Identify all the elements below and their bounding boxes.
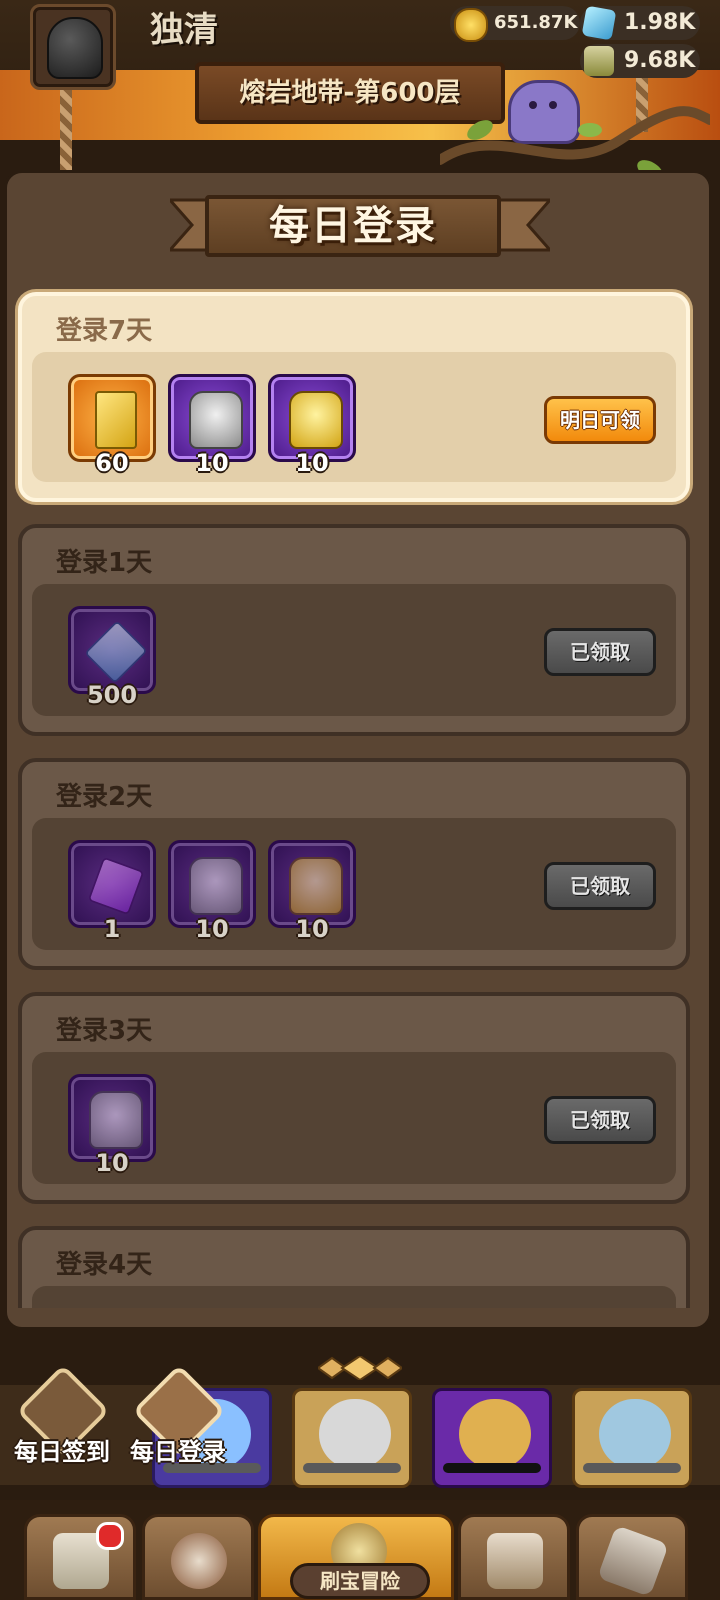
reward-qty: 1 (103, 915, 121, 943)
daily-signin-label: 每日签到 (14, 1438, 110, 1466)
silver-scroll-icon (89, 1091, 143, 1149)
reward-items-area: 10 已领取 (32, 1052, 676, 1184)
reward-qty: 10 (95, 1149, 129, 1177)
hero-card[interactable] (572, 1388, 692, 1488)
reward-item[interactable]: 60 (68, 374, 156, 477)
daily-login-label: 每日登录 (130, 1438, 226, 1466)
day-label: 登录1天 (56, 548, 153, 578)
collapse-arrow-icon[interactable] (318, 1356, 402, 1380)
reward-qty: 10 (295, 449, 329, 477)
hero-portrait-icon (599, 1399, 671, 1469)
player-avatar[interactable] (30, 4, 116, 90)
gold-scroll-icon (289, 857, 343, 915)
reward-card-day1: 登录1天 500 已领取 (18, 524, 690, 736)
reward-item[interactable]: 10 (168, 840, 256, 943)
hero-portrait-icon (319, 1399, 391, 1469)
day-label: 登录3天 (56, 1016, 153, 1046)
reward-qty: 60 (95, 449, 129, 477)
claim-tomorrow-button[interactable]: 明日可领 (544, 396, 656, 444)
hero-card[interactable] (292, 1388, 412, 1488)
reward-item[interactable]: 500 (68, 606, 156, 709)
potion-jar-icon (584, 46, 614, 76)
panel-title: 每日登录 (205, 195, 501, 257)
reward-item[interactable]: 10 (68, 1074, 156, 1177)
player-name: 独清 (150, 10, 218, 50)
reward-qty: 500 (86, 681, 138, 709)
day-label: 登录4天 (56, 1250, 153, 1280)
hero-portrait-icon (459, 1399, 531, 1469)
hammer-icon (597, 1525, 669, 1597)
reward-card-day3: 登录3天 10 已领取 (18, 992, 690, 1204)
hero-face-icon (171, 1533, 227, 1589)
gem-icon (581, 5, 617, 41)
gold-scroll-icon (289, 391, 343, 449)
silver-scroll-icon (189, 391, 243, 449)
claimed-button[interactable]: 已领取 (544, 1096, 656, 1144)
hero-bar (583, 1463, 681, 1473)
nav-adventure-label: 刷宝冒险 (290, 1563, 430, 1599)
silver-scroll-icon (189, 857, 243, 915)
reward-item[interactable]: 10 (268, 374, 356, 477)
gold-card-icon (95, 391, 137, 449)
day-label: 登录7天 (56, 316, 153, 346)
gold-coin-icon (454, 8, 488, 42)
reward-items-area: 500 已领取 (32, 584, 676, 716)
reward-qty: 10 (295, 915, 329, 943)
purple-cube-icon (87, 856, 145, 916)
hero-card[interactable] (432, 1388, 552, 1488)
gem-value: 1.98K (624, 10, 696, 35)
potion-counter[interactable]: 9.68K (580, 44, 700, 78)
reward-items-area: 1 10 10 已领取 (32, 818, 676, 950)
potion-value: 9.68K (624, 48, 696, 73)
reward-item[interactable]: 10 (268, 840, 356, 943)
nav-bag[interactable] (458, 1514, 570, 1600)
reward-items-area (32, 1286, 676, 1308)
reward-item[interactable]: 1 (68, 840, 156, 943)
gold-counter[interactable]: 651.87K (450, 6, 580, 42)
gem-counter[interactable]: 1.98K (580, 5, 700, 41)
hero-bar (303, 1463, 401, 1473)
blue-gem-icon (84, 620, 148, 684)
reward-card-day2: 登录2天 1 10 10 已领取 (18, 758, 690, 970)
backpack-icon (487, 1533, 543, 1589)
nav-forge[interactable] (576, 1514, 688, 1600)
day-label: 登录2天 (56, 782, 153, 812)
hero-bar (443, 1463, 541, 1473)
login-reward-list[interactable]: 登录7天 60 10 10 明日可领 登录1天 500 已领取 登录2天 1 1… (14, 288, 704, 1308)
claimed-button[interactable]: 已领取 (544, 628, 656, 676)
reward-qty: 10 (195, 915, 229, 943)
helmet-icon (47, 17, 103, 79)
claimed-button[interactable]: 已领取 (544, 862, 656, 910)
reward-items-area: 60 10 10 明日可领 (32, 352, 676, 482)
reward-card-day7: 登录7天 60 10 10 明日可领 (18, 292, 690, 502)
notification-badge (96, 1522, 124, 1550)
reward-item[interactable]: 10 (168, 374, 256, 477)
reward-qty: 10 (195, 449, 229, 477)
rope-decoration (60, 80, 72, 180)
gold-value: 651.87K (494, 12, 578, 33)
nav-hero[interactable] (142, 1514, 254, 1600)
reward-card-day4: 登录4天 (18, 1226, 690, 1308)
